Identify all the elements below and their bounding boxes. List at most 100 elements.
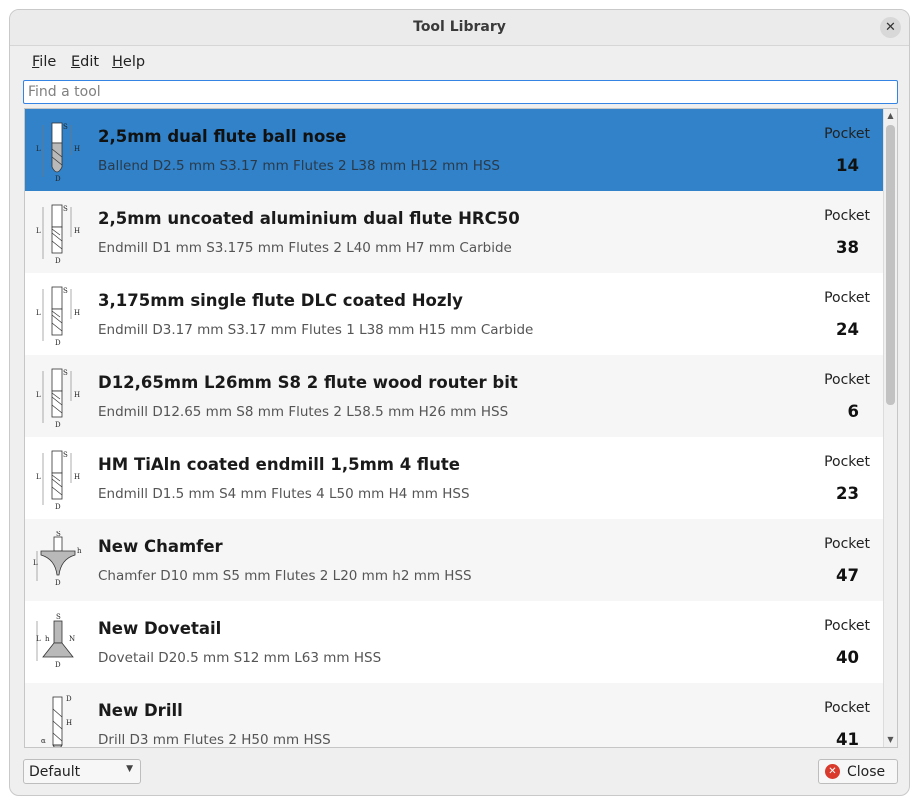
close-icon: ✕ (825, 764, 840, 779)
svg-text:α: α (41, 737, 46, 745)
tool-list[interactable]: S L H D 2,5mm dual flute ball nose Ballend … (24, 108, 898, 748)
svg-text:S: S (63, 123, 68, 131)
svg-text:S: S (56, 613, 61, 621)
svg-text:D: D (55, 661, 61, 669)
library-select[interactable]: Default ▼ (23, 759, 141, 784)
menu-edit[interactable]: Edit (71, 54, 99, 70)
search-field[interactable] (23, 80, 898, 104)
scroll-down-arrow-icon[interactable]: ▼ (884, 733, 897, 747)
svg-text:S: S (63, 205, 68, 213)
tool-name: 3,175mm single flute DLC coated Hozly (98, 291, 463, 310)
svg-text:D: D (55, 175, 61, 181)
tool-name: HM TiAln coated endmill 1,5mm 4 flute (98, 455, 460, 474)
endmill-icon: S L H D (33, 203, 83, 265)
pocket-number: 40 (836, 648, 859, 667)
dovetail-icon: S Lh N D (33, 613, 83, 673)
svg-text:D: D (55, 503, 61, 509)
tool-list-item[interactable]: S L H D HM TiAln coated endmill 1,5mm 4 flu… (25, 437, 883, 519)
ballend-icon: S L H D (33, 121, 83, 183)
tool-list-item[interactable]: S Lh D New Chamfer Chamfer D10 mm S5 mm Fl… (25, 519, 883, 601)
tool-description: Drill D3 mm Flutes 2 H50 mm HSS (98, 732, 331, 748)
svg-text:H: H (74, 473, 80, 481)
svg-text:L: L (36, 309, 41, 317)
endmill-icon: S L H D (33, 285, 83, 347)
pocket-number: 38 (836, 238, 859, 257)
title-bar: Tool Library ✕ (10, 10, 909, 46)
pocket-label: Pocket (824, 126, 870, 142)
pocket-label: Pocket (824, 454, 870, 470)
pocket-label: Pocket (824, 372, 870, 388)
tool-name: 2,5mm dual flute ball nose (98, 127, 347, 146)
pocket-label: Pocket (824, 700, 870, 716)
tool-name: New Chamfer (98, 537, 223, 556)
pocket-number: 23 (836, 484, 859, 503)
close-button[interactable]: ✕ Close (818, 759, 898, 784)
svg-text:L: L (33, 559, 38, 567)
tool-list-item[interactable]: S L H D 3,175mm single flute DLC coated Hoz… (25, 273, 883, 355)
scrollbar[interactable]: ▲ ▼ (883, 109, 897, 747)
endmill-icon: S L H D (33, 367, 83, 429)
menu-file[interactable]: File (32, 54, 56, 70)
tool-name: New Dovetail (98, 619, 222, 638)
pocket-number: 6 (847, 402, 859, 421)
svg-text:D: D (55, 339, 61, 345)
library-select-value: Default (29, 764, 81, 780)
svg-text:h: h (77, 547, 82, 555)
svg-text:L: L (36, 391, 41, 399)
pocket-label: Pocket (824, 208, 870, 224)
svg-text:H: H (74, 391, 80, 399)
svg-text:S: S (63, 287, 68, 295)
tool-list-item[interactable]: S L H D 2,5mm dual flute ball nose Ballend … (25, 109, 883, 191)
pocket-label: Pocket (824, 290, 870, 306)
tool-name: 2,5mm uncoated aluminium dual flute HRC5… (98, 209, 520, 228)
close-button-label: Close (847, 764, 886, 780)
svg-text:D: D (66, 695, 72, 703)
svg-text:H: H (66, 719, 72, 727)
svg-text:N: N (69, 635, 75, 643)
svg-text:H: H (74, 145, 80, 153)
tool-list-item[interactable]: D Hα New Drill Drill D3 mm Flutes 2 H50 m… (25, 683, 883, 748)
svg-text:L: L (36, 635, 41, 643)
tool-description: Endmill D1 mm S3.175 mm Flutes 2 L40 mm … (98, 240, 512, 256)
pocket-number: 14 (836, 156, 859, 175)
drill-icon: D Hα (33, 695, 83, 747)
tool-description: Endmill D3.17 mm S3.17 mm Flutes 1 L38 m… (98, 322, 534, 338)
tool-name: D12,65mm L26mm S8 2 flute wood router bi… (98, 373, 518, 392)
tool-name: New Drill (98, 701, 183, 720)
tool-list-item[interactable]: S L H D D12,65mm L26mm S8 2 flute wood rout… (25, 355, 883, 437)
pocket-number: 41 (836, 730, 859, 748)
tool-library-window: Tool Library ✕ File Edit Help S L H D 2,5mm… (9, 9, 910, 796)
window-close-icon[interactable]: ✕ (880, 17, 901, 38)
svg-text:L: L (36, 145, 41, 153)
tool-list-item[interactable]: S Lh N D New Dovetail Dovetail D20.5 mm S12… (25, 601, 883, 683)
pocket-number: 24 (836, 320, 859, 339)
scrollbar-thumb[interactable] (886, 125, 895, 405)
svg-text:H: H (74, 309, 80, 317)
pocket-label: Pocket (824, 618, 870, 634)
svg-text:S: S (63, 369, 68, 377)
chevron-down-icon: ▼ (126, 764, 133, 774)
search-input[interactable] (24, 81, 897, 103)
tool-description: Endmill D1.5 mm S4 mm Flutes 4 L50 mm H4… (98, 486, 470, 502)
svg-text:S: S (56, 531, 61, 538)
menu-bar: File Edit Help (10, 46, 909, 78)
pocket-label: Pocket (824, 536, 870, 552)
window-title: Tool Library (413, 19, 506, 35)
svg-text:H: H (74, 227, 80, 235)
svg-text:h: h (45, 635, 50, 643)
tool-list-item[interactable]: S L H D 2,5mm uncoated aluminium dual flute… (25, 191, 883, 273)
tool-description: Ballend D2.5 mm S3.17 mm Flutes 2 L38 mm… (98, 158, 500, 174)
svg-text:D: D (55, 257, 61, 263)
pocket-number: 47 (836, 566, 859, 585)
svg-text:S: S (63, 451, 68, 459)
svg-text:L: L (36, 227, 41, 235)
svg-text:L: L (36, 473, 41, 481)
endmill-icon: S L H D (33, 449, 83, 511)
svg-text:D: D (55, 421, 61, 427)
tool-description: Endmill D12.65 mm S8 mm Flutes 2 L58.5 m… (98, 404, 509, 420)
menu-help[interactable]: Help (112, 54, 145, 70)
tool-description: Dovetail D20.5 mm S12 mm L63 mm HSS (98, 650, 382, 666)
scroll-up-arrow-icon[interactable]: ▲ (884, 109, 897, 123)
svg-text:D: D (55, 579, 61, 587)
tool-description: Chamfer D10 mm S5 mm Flutes 2 L20 mm h2 … (98, 568, 472, 584)
